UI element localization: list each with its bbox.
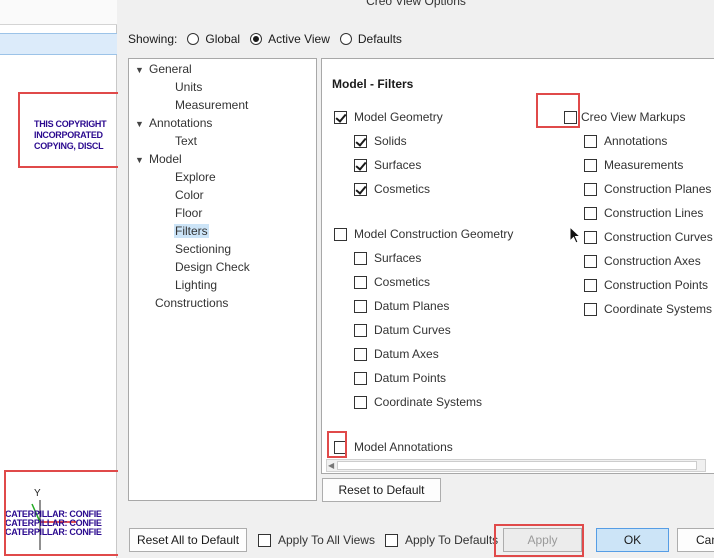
showing-label: Showing: [128,32,178,46]
tree-item-units[interactable]: Units [175,78,202,96]
checkbox-construction-curves[interactable]: Construction Curves [584,229,713,245]
options-dialog: Creo View Options Showing: Global Active… [118,0,714,558]
highlight-copyright [18,92,123,168]
checkbox-icon [584,134,597,148]
checkbox-creo-view-markups[interactable]: Creo View Markups [564,109,685,125]
showing-selector: Showing: Global Active View Defaults [128,31,402,47]
checkbox-apply-defaults[interactable]: Apply To Defaults [385,532,498,548]
background-selected-row [0,33,117,55]
checkbox-icon [584,206,597,220]
checkbox-surfaces[interactable]: Surfaces [354,157,421,173]
checkbox-icon [258,533,271,547]
highlight-axes [4,470,123,556]
dialog-title: Creo View Options [366,0,466,8]
highlight-apply-button [494,524,584,557]
checkbox-solids[interactable]: Solids [354,133,407,149]
radio-label: Defaults [357,32,402,46]
checkbox-icon [354,323,367,337]
checkbox-icon [584,278,597,292]
checkbox-icon [584,254,597,268]
reset-all-button[interactable]: Reset All to Default [129,528,247,552]
checkbox-model-geometry[interactable]: Model Geometry [334,109,443,125]
tree-item-explore[interactable]: Explore [175,168,216,186]
checkbox-icon [354,395,367,409]
checkbox-measurements[interactable]: Measurements [584,157,683,173]
panel-title: Model - Filters [332,77,414,91]
checkbox-construction-points[interactable]: Construction Points [584,277,708,293]
radio-icon [339,33,352,45]
tree-item-annotations[interactable]: ▼ Annotations [135,114,212,132]
options-tree: ▼ General Units Measurement ▼ Annotations … [128,58,317,501]
radio-label: Active View [268,32,330,46]
tree-item-floor[interactable]: Floor [175,204,202,222]
checkbox-construction-lines[interactable]: Construction Lines [584,205,703,221]
highlight-annotations-checkbox [327,431,347,458]
highlight-markups-checkbox [536,93,580,128]
checkbox-datum-axes[interactable]: Datum Axes [354,346,439,362]
tree-item-lighting[interactable]: Lighting [175,276,217,294]
filters-panel: Model - Filters Model Geometry Solids Su… [321,58,714,474]
horizontal-scrollbar[interactable]: ◀ [326,459,706,472]
radio-global[interactable]: Global [187,32,240,46]
tree-item-model[interactable]: ▼ Model [135,150,182,168]
scroll-left-arrow-icon[interactable]: ◀ [328,460,334,471]
tree-item-design-check[interactable]: Design Check [175,258,250,276]
reset-to-default-button[interactable]: Reset to Default [322,478,441,502]
tree-item-filters[interactable]: Filters [174,222,209,240]
checkbox-icon [354,371,367,385]
tree-item-text[interactable]: Text [175,132,197,150]
checkbox-apply-all-views[interactable]: Apply To All Views [258,532,375,548]
mouse-pointer-icon [569,226,582,244]
checkbox-icon [354,251,367,265]
expand-arrow-icon[interactable]: ▼ [135,115,149,133]
cancel-button[interactable]: Can [677,528,714,552]
radio-defaults[interactable]: Defaults [339,32,402,46]
tree-item-sectioning[interactable]: Sectioning [175,240,231,258]
ok-button[interactable]: OK [596,528,669,552]
tree-item-general[interactable]: ▼ General [135,60,192,78]
checkbox-model-construction-geometry[interactable]: Model Construction Geometry [334,226,513,242]
checkbox-construction-planes[interactable]: Construction Planes [584,181,711,197]
expand-arrow-icon[interactable]: ▼ [135,61,149,79]
checkbox-right-coordinate-systems[interactable]: Coordinate Systems [584,301,712,317]
checkbox-icon [584,182,597,196]
checkbox-icon [584,158,597,172]
checkbox-annotations[interactable]: Annotations [584,133,667,149]
checkbox-construction-surfaces[interactable]: Surfaces [354,250,421,266]
radio-selected-icon [250,33,263,45]
tree-item-measurement[interactable]: Measurement [175,96,248,114]
expand-arrow-icon[interactable]: ▼ [135,151,149,169]
checkbox-datum-curves[interactable]: Datum Curves [354,322,451,338]
checkbox-coordinate-systems[interactable]: Coordinate Systems [354,394,482,410]
checkbox-icon [354,275,367,289]
checkbox-model-annotations[interactable]: Model Annotations [334,439,453,455]
checkbox-checked-icon [354,134,367,148]
checkbox-cosmetics[interactable]: Cosmetics [354,181,430,197]
checkbox-checked-icon [334,110,347,124]
radio-active-view[interactable]: Active View [250,32,330,46]
checkbox-checked-icon [354,182,367,196]
checkbox-construction-cosmetics[interactable]: Cosmetics [354,274,430,290]
scrollbar-thumb[interactable] [337,461,697,470]
checkbox-icon [334,227,347,241]
checkbox-icon [354,299,367,313]
checkbox-checked-icon [354,158,367,172]
radio-label: Global [205,32,241,46]
checkbox-icon [385,533,398,547]
checkbox-construction-axes[interactable]: Construction Axes [584,253,701,269]
tree-item-color[interactable]: Color [175,186,204,204]
checkbox-icon [584,230,597,244]
radio-icon [187,33,200,45]
checkbox-icon [584,302,597,316]
checkbox-datum-planes[interactable]: Datum Planes [354,298,449,314]
checkbox-icon [354,347,367,361]
checkbox-datum-points[interactable]: Datum Points [354,370,446,386]
tree-item-constructions[interactable]: Constructions [155,294,228,312]
background-toolbar [0,0,117,25]
